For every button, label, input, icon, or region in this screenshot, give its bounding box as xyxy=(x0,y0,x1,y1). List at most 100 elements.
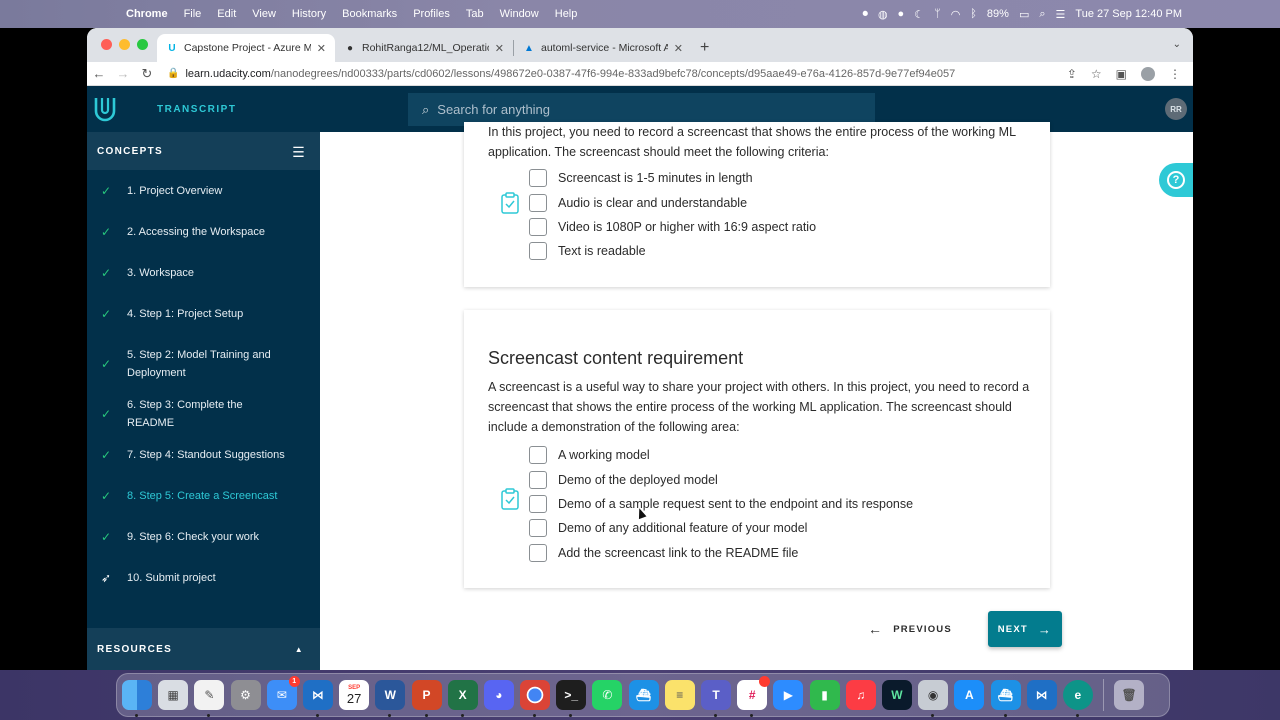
powerpoint-icon[interactable]: P xyxy=(411,680,442,717)
zoom-icon[interactable]: ▶ xyxy=(773,680,804,710)
mail-icon[interactable]: ✉ 1 xyxy=(266,676,300,710)
sidebar-item-model-training[interactable]: ✓ 5. Step 2: Model Training and Deployme… xyxy=(87,334,320,393)
bluetooth-icon[interactable]: ᛒ xyxy=(970,8,977,20)
discord-icon[interactable]: ◕ xyxy=(483,680,514,710)
checkbox[interactable] xyxy=(529,519,547,538)
menubar-clock[interactable]: Tue 27 Sep 12:40 PM xyxy=(1075,8,1182,20)
profile-avatar[interactable] xyxy=(1141,66,1155,81)
calendar-icon[interactable]: SEP 27 xyxy=(339,680,370,710)
checkbox[interactable] xyxy=(529,217,547,236)
lock-icon[interactable]: 🔒 xyxy=(167,68,179,79)
menu-window[interactable]: Window xyxy=(500,8,539,20)
vscode-icon[interactable]: ⋈ xyxy=(302,680,333,717)
resources-toggle[interactable]: RESOURCES ▲ xyxy=(87,628,320,670)
terminal-icon[interactable]: >_ xyxy=(556,680,587,717)
record-icon[interactable]: ⏺ xyxy=(862,8,868,21)
cloud-icon[interactable]: ● xyxy=(898,8,905,20)
menu-history[interactable]: History xyxy=(292,8,326,20)
appstore-icon[interactable]: A xyxy=(954,680,985,710)
close-window-button[interactable] xyxy=(101,39,112,50)
checkbox[interactable] xyxy=(529,494,547,513)
menu-help[interactable]: Help xyxy=(555,8,578,20)
notes-icon[interactable]: ≡ xyxy=(664,680,695,710)
numbers-icon[interactable]: ▮ xyxy=(809,680,840,710)
menu-view[interactable]: View xyxy=(252,8,276,20)
preview-icon[interactable]: ▦ xyxy=(158,680,189,710)
zoom-window-button[interactable] xyxy=(137,39,148,50)
battery-icon[interactable]: ▭ xyxy=(1019,8,1029,21)
checkbox[interactable] xyxy=(529,193,547,212)
chrome-menu-icon[interactable]: ⋮ xyxy=(1169,67,1181,81)
new-tab-icon[interactable]: + xyxy=(700,39,709,57)
antenna-icon[interactable]: ᛘ xyxy=(934,8,941,20)
check-icon: ✓ xyxy=(101,224,112,239)
help-button[interactable]: ? xyxy=(1159,163,1193,197)
trash-icon[interactable]: 🗑 xyxy=(1114,680,1145,710)
menu-bookmarks[interactable]: Bookmarks xyxy=(342,8,397,20)
next-button[interactable]: NEXT → xyxy=(987,611,1062,647)
sidebar-item-project-setup[interactable]: ✓ 4. Step 1: Project Setup xyxy=(87,293,320,334)
wifi-icon[interactable]: ◠ xyxy=(951,8,961,21)
tab-azure[interactable]: ▲ automl-service - Microsoft Azu ✕ xyxy=(514,34,692,62)
tab-capstone[interactable]: U Capstone Project - Azure Machi ✕ xyxy=(157,34,335,62)
menu-app-name[interactable]: Chrome xyxy=(126,8,168,20)
sidebar-item-create-screencast[interactable]: ✓ 8. Step 5: Create a Screencast xyxy=(87,475,320,516)
vscode2-icon[interactable]: ⋈ xyxy=(1026,680,1057,710)
menu-file[interactable]: File xyxy=(184,8,202,20)
chrome-icon[interactable] xyxy=(520,680,551,717)
transcript-link[interactable]: TRANSCRIPT xyxy=(157,104,236,115)
sidebar-item-complete-readme[interactable]: ✓ 6. Step 3: Complete the README xyxy=(87,393,320,434)
menu-edit[interactable]: Edit xyxy=(217,8,236,20)
sidepanel-icon[interactable]: ▣ xyxy=(1116,67,1127,81)
checkbox[interactable] xyxy=(529,470,547,489)
quicktime-icon[interactable]: ◉ xyxy=(918,680,949,717)
webex-icon[interactable]: W xyxy=(881,680,912,710)
minimize-window-button[interactable] xyxy=(119,39,130,50)
checkbox[interactable] xyxy=(529,543,547,562)
sidebar-item-project-overview[interactable]: ✓ 1. Project Overview xyxy=(87,170,320,211)
word-icon[interactable]: W xyxy=(375,680,406,717)
close-tab-icon[interactable]: ✕ xyxy=(495,42,504,55)
docker-icon[interactable]: ⛴ xyxy=(628,680,659,710)
moon-icon[interactable]: ☾ xyxy=(914,8,924,21)
sidebar-item-submit-project[interactable]: ➶ 10. Submit project xyxy=(87,557,320,598)
teams-icon[interactable]: T xyxy=(701,680,731,717)
previous-button[interactable]: ← PREVIOUS xyxy=(868,621,952,637)
close-tab-icon[interactable]: ✕ xyxy=(317,42,326,55)
expand-up-icon: ▲ xyxy=(294,644,304,654)
menu-profiles[interactable]: Profiles xyxy=(413,8,450,20)
tab-github[interactable]: ● RohitRanga12/ML_Operations_ ✕ xyxy=(335,34,513,62)
whatsapp-icon[interactable]: ✆ xyxy=(592,680,623,710)
close-tab-icon[interactable]: ✕ xyxy=(674,42,683,55)
udacity-logo-icon[interactable] xyxy=(91,93,119,125)
finder-icon[interactable] xyxy=(122,680,152,717)
tab-search-chevron-icon[interactable]: ⌄ xyxy=(1173,39,1181,50)
docker2-icon[interactable]: ⛴ xyxy=(990,680,1021,717)
bookmark-star-icon[interactable]: ☆ xyxy=(1091,67,1102,81)
reload-icon[interactable]: ↻ xyxy=(135,66,159,82)
control-center-icon[interactable]: ☰ xyxy=(1056,8,1066,21)
slack-icon[interactable]: # xyxy=(737,676,771,717)
sidebar-item-check-work[interactable]: ✓ 9. Step 6: Check your work xyxy=(87,516,320,557)
sidebar-item-standout-suggestions[interactable]: ✓ 7. Step 4: Standout Suggestions xyxy=(87,434,320,475)
checkbox[interactable] xyxy=(529,169,547,188)
checkbox[interactable] xyxy=(529,242,547,261)
checkbox[interactable] xyxy=(529,446,547,465)
excel-icon[interactable]: X xyxy=(447,680,478,717)
globe-icon[interactable]: ◍ xyxy=(878,8,888,21)
menu-tab[interactable]: Tab xyxy=(466,8,484,20)
spotlight-icon[interactable]: ⌕ xyxy=(1039,8,1045,21)
settings-icon[interactable]: ⚙ xyxy=(230,680,261,710)
sidebar-item-accessing-workspace[interactable]: ✓ 2. Accessing the Workspace xyxy=(87,211,320,252)
forward-icon[interactable]: → xyxy=(111,66,135,81)
lesson-content: In this project, you need to record a sc… xyxy=(320,122,1193,670)
collapse-sidebar-icon[interactable]: ☰ xyxy=(292,144,306,161)
music-icon[interactable]: ♫ xyxy=(845,680,876,710)
textedit-icon[interactable]: ✎ xyxy=(194,680,225,717)
back-icon[interactable]: ← xyxy=(87,66,111,81)
share-icon[interactable]: ⇪ xyxy=(1067,67,1077,81)
eset-icon[interactable]: e xyxy=(1062,680,1093,717)
sidebar-item-workspace[interactable]: ✓ 3. Workspace xyxy=(87,252,320,293)
user-avatar[interactable]: RR xyxy=(1165,98,1187,120)
url-field[interactable]: 🔒 learn.udacity.com/nanodegrees/nd00333/… xyxy=(167,68,1067,80)
